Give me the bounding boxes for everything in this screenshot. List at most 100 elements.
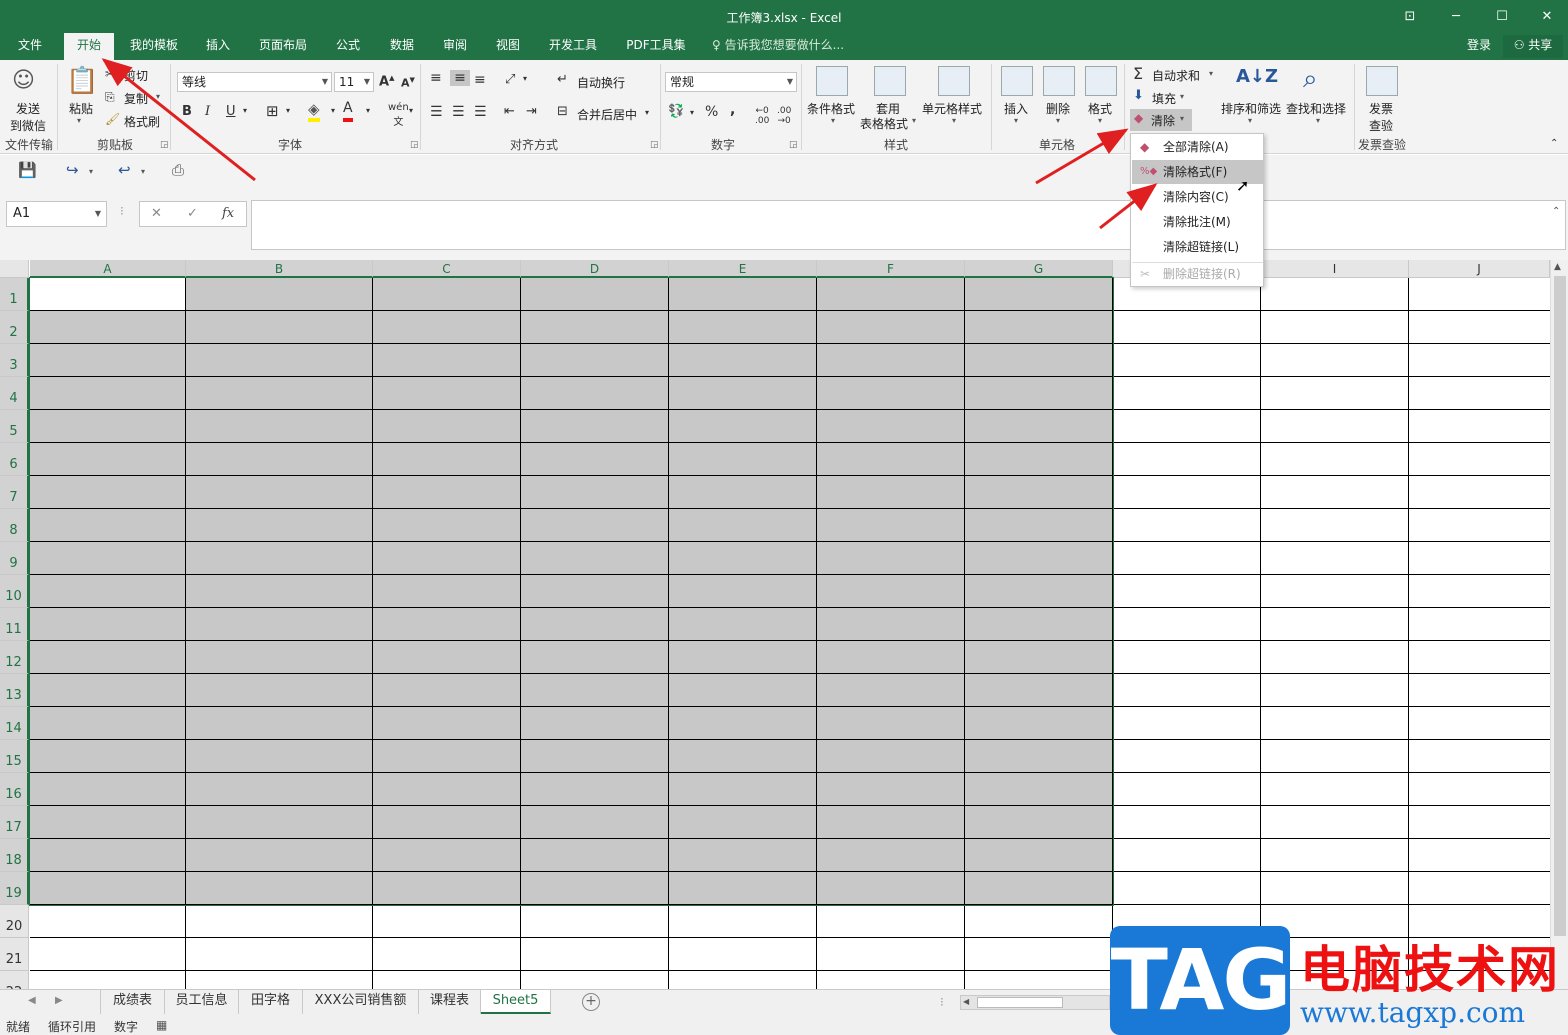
bold-icon[interactable]: B — [182, 104, 192, 119]
column-header-e[interactable]: E — [669, 260, 817, 278]
row-header-3[interactable]: 3 — [0, 344, 29, 377]
ribbon-display-options-icon[interactable]: ⊡ — [1387, 4, 1433, 30]
cancel-icon[interactable]: ✕ — [151, 206, 162, 221]
row-header-21[interactable]: 21 — [0, 938, 29, 971]
tab-file[interactable]: 文件 — [8, 33, 52, 60]
row-header-13[interactable]: 13 — [0, 674, 29, 707]
send-to-wechat-button[interactable]: 发送 到微信 — [10, 100, 46, 134]
print-preview-icon[interactable]: ⎙ — [172, 161, 184, 179]
conditional-format-dropdown-icon[interactable]: ▾ — [831, 116, 835, 125]
tab-insert[interactable]: 插入 — [196, 33, 240, 60]
increase-font-icon[interactable]: A▲ — [379, 74, 394, 89]
currency-dropdown-icon[interactable]: ▾ — [690, 108, 694, 117]
row-header-2[interactable]: 2 — [0, 311, 29, 344]
paste-button[interactable]: 粘贴 — [69, 100, 93, 117]
format-dropdown-icon[interactable]: ▾ — [1098, 116, 1102, 125]
conditional-format-button[interactable]: 条件格式 — [807, 100, 855, 117]
increase-indent-icon[interactable]: ⇥ — [526, 104, 537, 119]
column-header-d[interactable]: D — [521, 260, 669, 278]
column-header-c[interactable]: C — [373, 260, 521, 278]
tab-view[interactable]: 视图 — [486, 33, 530, 60]
expand-formula-bar-icon[interactable]: ⌃ — [1552, 206, 1560, 217]
row-header-10[interactable]: 10 — [0, 575, 29, 608]
row-header-11[interactable]: 11 — [0, 608, 29, 641]
cut-button[interactable]: 剪切 — [124, 67, 148, 84]
share-button[interactable]: ⚇ 共享 — [1503, 35, 1563, 58]
fill-dropdown-icon[interactable]: ▾ — [1180, 92, 1184, 101]
row-header-22[interactable]: 22 — [0, 971, 29, 989]
tab-my-templates[interactable]: 我的模板 — [122, 33, 186, 60]
row-header-1[interactable]: 1 — [0, 278, 29, 311]
formula-input[interactable] — [251, 200, 1566, 250]
spreadsheet-grid[interactable]: ABCDEFGHIJ 12345678910111213141516171819… — [0, 260, 1568, 989]
tab-pdf-tools[interactable]: PDF工具集 — [618, 33, 694, 60]
menu-item-clear-comments[interactable]: 清除批注(M) — [1132, 210, 1263, 234]
login-link[interactable]: 登录 — [1467, 33, 1491, 58]
undo-icon[interactable]: ↩ — [118, 161, 131, 179]
add-sheet-icon[interactable]: + — [582, 993, 600, 1011]
phonetic-icon[interactable]: wén 文 — [388, 102, 409, 128]
next-sheet-icon[interactable]: ▶ — [55, 995, 63, 1006]
row-header-8[interactable]: 8 — [0, 509, 29, 542]
autosum-button[interactable]: 自动求和 — [1152, 67, 1200, 84]
redo-icon[interactable]: ↪ — [66, 161, 79, 179]
row-header-18[interactable]: 18 — [0, 839, 29, 872]
decrease-indent-icon[interactable]: ⇤ — [504, 104, 515, 119]
orientation-dropdown-icon[interactable]: ▾ — [523, 74, 527, 83]
row-header-6[interactable]: 6 — [0, 443, 29, 476]
column-header-f[interactable]: F — [817, 260, 965, 278]
column-header-g[interactable]: G — [965, 260, 1113, 278]
cell-styles-button[interactable]: 单元格样式 — [922, 100, 982, 117]
align-bottom-icon[interactable]: ≡ — [474, 72, 486, 88]
autosum-dropdown-icon[interactable]: ▾ — [1209, 69, 1213, 78]
sheet-tab[interactable]: 成绩表 — [101, 990, 165, 1014]
invoice-check-button[interactable]: 发票 查验 — [1369, 100, 1393, 134]
align-right-icon[interactable]: ☰ — [474, 104, 487, 120]
number-format-select[interactable]: 常规 ▼ — [665, 72, 797, 92]
row-header-17[interactable]: 17 — [0, 806, 29, 839]
row-header-5[interactable]: 5 — [0, 410, 29, 443]
sheet-tab[interactable]: 田字格 — [239, 990, 303, 1014]
column-header-i[interactable]: I — [1261, 260, 1409, 278]
close-button[interactable]: ✕ — [1524, 4, 1568, 30]
comma-icon[interactable]: , — [730, 102, 735, 118]
tell-me-box[interactable]: ♀ 告诉我您想要做什么... — [712, 33, 844, 60]
undo-dropdown-icon[interactable]: ▾ — [141, 167, 145, 176]
borders-icon[interactable]: ⊞ — [266, 102, 279, 120]
delete-cells-button[interactable]: 删除 — [1046, 100, 1070, 117]
horizontal-scroll-thumb[interactable] — [977, 997, 1063, 1008]
merge-center-button[interactable]: 合并后居中 — [577, 106, 637, 123]
vertical-scrollbar[interactable]: ▲ — [1550, 260, 1568, 989]
select-all-corner[interactable] — [0, 260, 29, 278]
currency-icon[interactable]: 💱 — [668, 104, 684, 119]
column-header-b[interactable]: B — [186, 260, 373, 278]
sheet-tab[interactable]: XXX公司销售额 — [303, 990, 419, 1014]
align-top-icon[interactable]: ≡ — [430, 70, 442, 86]
name-box-splitter[interactable]: ⁝ — [120, 204, 124, 218]
horizontal-scrollbar[interactable]: ◀ — [960, 995, 1110, 1010]
maximize-button[interactable]: ☐ — [1479, 4, 1525, 30]
row-header-7[interactable]: 7 — [0, 476, 29, 509]
scroll-left-icon[interactable]: ◀ — [963, 997, 969, 1006]
tab-developer[interactable]: 开发工具 — [540, 33, 606, 60]
collapse-ribbon-icon[interactable]: ⌃ — [1550, 138, 1558, 149]
cell-styles-dropdown-icon[interactable]: ▾ — [952, 116, 956, 125]
row-header-12[interactable]: 12 — [0, 641, 29, 674]
sort-filter-button[interactable]: 排序和筛选 — [1221, 100, 1281, 117]
menu-item-clear-all[interactable]: ◆ 全部清除(A) — [1132, 135, 1263, 159]
sort-filter-dropdown-icon[interactable]: ▾ — [1248, 116, 1252, 125]
font-name-select[interactable]: 等线 ▼ — [177, 72, 332, 92]
underline-icon[interactable]: U — [226, 104, 236, 119]
scroll-up-icon[interactable]: ▲ — [1554, 262, 1561, 272]
align-center-icon[interactable]: ☰ — [452, 104, 465, 120]
alignment-launcher-icon[interactable]: ◲ — [650, 140, 659, 150]
format-painter-button[interactable]: 格式刷 — [124, 113, 160, 130]
phonetic-dropdown-icon[interactable]: ▾ — [409, 106, 413, 115]
format-as-table-dropdown-icon[interactable]: ▾ — [912, 116, 916, 125]
font-color-icon[interactable]: A — [343, 100, 353, 122]
insert-cells-button[interactable]: 插入 — [1004, 100, 1028, 117]
row-header-9[interactable]: 9 — [0, 542, 29, 575]
borders-dropdown-icon[interactable]: ▾ — [286, 106, 290, 115]
decrease-font-icon[interactable]: A▼ — [401, 76, 415, 90]
find-select-dropdown-icon[interactable]: ▾ — [1316, 116, 1320, 125]
